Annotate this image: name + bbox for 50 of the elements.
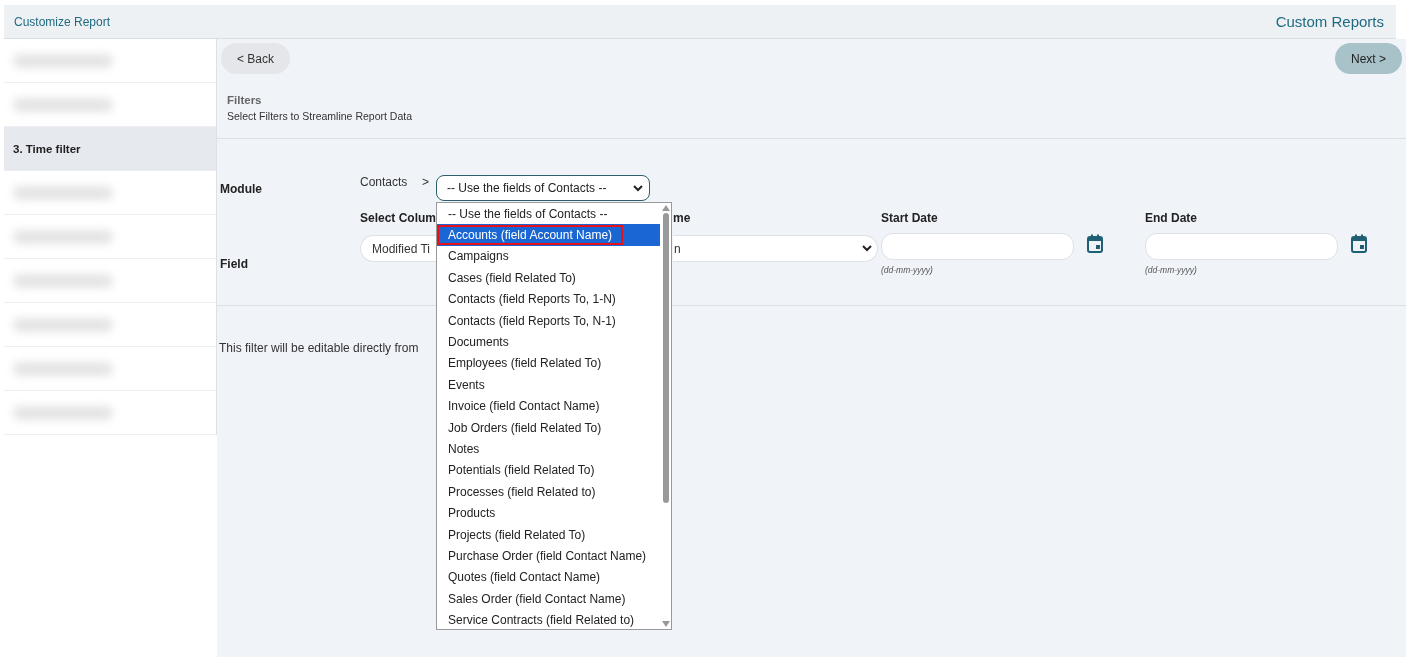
date-format-hint: (dd-mm-yyyy): [1145, 265, 1198, 275]
dropdown-option[interactable]: Products: [437, 502, 660, 524]
path-separator: >: [422, 175, 430, 189]
date-format-hint: (dd-mm-yyyy): [881, 265, 934, 275]
dropdown-option[interactable]: Documents: [437, 331, 660, 353]
dropdown-option[interactable]: Events: [437, 374, 660, 396]
date-heading: Start Date: [881, 211, 939, 227]
page-title: Customize Report: [14, 14, 111, 29]
next-button[interactable]: Next >: [1335, 43, 1402, 74]
scroll-down-arrow-icon[interactable]: [661, 621, 670, 627]
dropdown-option[interactable]: Projects (field Related To): [437, 523, 660, 546]
scroll-up-arrow-icon[interactable]: [661, 205, 670, 211]
dropdown-option[interactable]: Notes: [437, 438, 660, 460]
module-path: Contacts: [360, 175, 409, 189]
dropdown-option[interactable]: -- Use the fields of Contacts --: [437, 203, 660, 225]
dropdown-option[interactable]: Quotes (field Contact Name): [437, 566, 660, 589]
section-subtitle: Select Filters to Streamline Report Data: [227, 110, 413, 122]
date-input[interactable]: [881, 233, 1074, 260]
dropdown-option[interactable]: Cases (field Related To): [437, 267, 660, 289]
sidebar-item[interactable]: 3. Time filter: [4, 127, 216, 171]
module-label: Module: [219, 182, 263, 196]
module-select[interactable]: -- Use the fields of Contacts --: [436, 175, 650, 201]
back-button[interactable]: < Back: [221, 43, 291, 74]
calendar-icon[interactable]: [1086, 233, 1104, 254]
dropdown-option[interactable]: Campaigns: [437, 245, 660, 268]
dropdown-option[interactable]: Job Orders (field Related To): [437, 416, 660, 439]
dropdown-option[interactable]: Accounts (field Account Name): [437, 224, 660, 246]
dropdown-option[interactable]: Employees (field Related To): [437, 352, 660, 375]
column-heading: Select Colum: [360, 211, 436, 227]
dropdown-option[interactable]: Invoice (field Contact Name): [437, 395, 660, 417]
scrollbar[interactable]: [660, 203, 671, 629]
date-input[interactable]: [1145, 233, 1338, 260]
filter-note: This filter will be editable directly from: [219, 341, 419, 355]
chevron-down-icon: [862, 245, 872, 252]
dropdown-option[interactable]: Service Contracts (field Related to): [437, 609, 660, 631]
column-select[interactable]: Modified Ti: [360, 235, 436, 262]
app-title: Custom Reports: [1275, 13, 1384, 30]
field-label: Field: [219, 257, 249, 271]
dropdown-option[interactable]: Purchase Order (field Contact Name): [437, 545, 660, 567]
dropdown-option[interactable]: Contacts (field Reports To, 1-N): [437, 288, 660, 310]
calendar-icon[interactable]: [1350, 233, 1368, 254]
date-heading: End Date: [1145, 211, 1198, 227]
dropdown-option[interactable]: Potentials (field Related To): [437, 459, 660, 482]
condition-select[interactable]: n: [673, 235, 878, 262]
dropdown-option[interactable]: Processes (field Related to): [437, 481, 660, 503]
chevron-down-icon: [633, 184, 643, 192]
dropdown-option[interactable]: Sales Order (field Contact Name): [437, 588, 660, 610]
column-heading: me: [673, 211, 692, 227]
section-title: Filters: [227, 94, 263, 106]
dropdown-option[interactable]: Contacts (field Reports To, N-1): [437, 309, 660, 332]
